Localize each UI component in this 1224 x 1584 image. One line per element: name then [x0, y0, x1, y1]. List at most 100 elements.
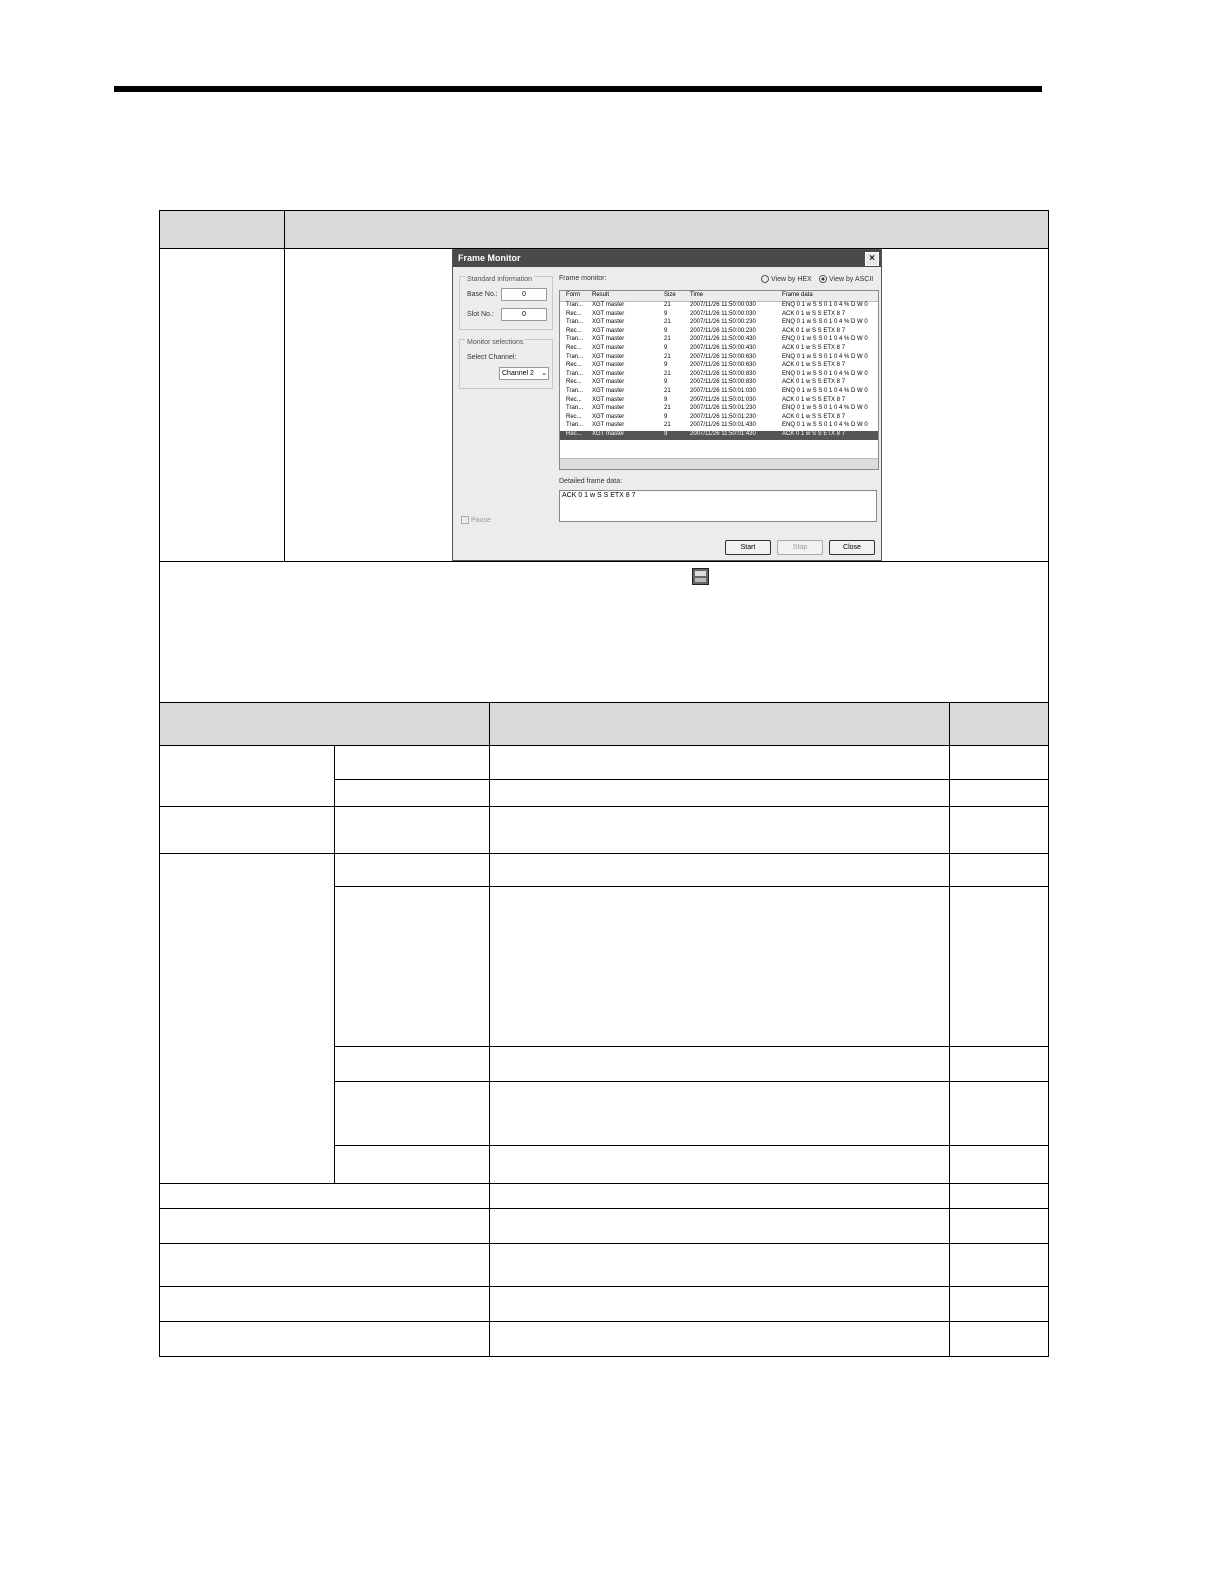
table-cell: Rec... — [566, 344, 582, 351]
table-cell: 21 — [664, 302, 671, 308]
detailed-frame-data-box[interactable]: ACK 0 1 w S S ETX 8 7 — [559, 490, 877, 522]
table-cell: XGT master — [592, 387, 625, 394]
stop-button[interactable]: Stop — [777, 540, 823, 555]
column-header[interactable]: Form — [566, 292, 580, 298]
table-border — [159, 1321, 1049, 1322]
table-row[interactable]: Rec... XGT master 9 2007/11/26 11:50:01:030… — [560, 397, 878, 406]
standard-information-group: Standard information — [459, 276, 553, 330]
frame-list-header: Form Result Size Time Frame data — [560, 291, 878, 302]
select-channel-label: Select Channel: — [467, 354, 517, 361]
table-border — [159, 1356, 1049, 1357]
table-border — [334, 779, 1049, 780]
radio-icon — [761, 275, 769, 283]
table-row[interactable]: Rec... XGT master 9 2007/11/26 11:50:01:230… — [560, 414, 878, 423]
table-row[interactable]: Tran... XGT master 21 2007/11/26 11:50:00:8… — [560, 371, 878, 380]
table-cell: XGT master — [592, 405, 625, 412]
table-border — [159, 1286, 1049, 1287]
table-cell: 2007/11/26 11:50:00:230 — [690, 327, 756, 334]
table-row[interactable]: Rec... XGT master 9 2007/11/26 11:50:00:230… — [560, 328, 878, 337]
table-cell: 2007/11/26 11:50:00:030 — [690, 310, 756, 317]
table-row[interactable]: Tran... XGT master 21 2007/11/26 11:50:01:0… — [560, 388, 878, 397]
table-cell: ENQ 0 1 w S S 0 1 0 4 % D W 0 — [782, 405, 868, 412]
table-cell: 21 — [664, 422, 671, 429]
frame-list-body: Tran... XGT master 21 2007/11/26 11:50:00:0… — [560, 302, 878, 440]
table-cell: 9 — [664, 396, 668, 403]
table-row[interactable]: Tran... XGT master 21 2007/11/26 11:50:01:4… — [560, 422, 878, 431]
table-cell: Tran... — [566, 353, 584, 360]
table-cell: XGT master — [592, 379, 625, 386]
table-cell: 21 — [664, 405, 671, 412]
frame-list[interactable]: Form Result Size Time Frame data Tran...… — [559, 290, 879, 470]
group-title: Monitor selections — [465, 339, 526, 346]
top-rule — [114, 86, 1042, 92]
table-border — [334, 745, 335, 1184]
table-row[interactable]: Rec... XGT master 9 2007/11/26 11:50:00:830… — [560, 379, 878, 388]
frame-monitor-label: Frame monitor: — [559, 275, 607, 282]
table-row[interactable]: Rec... XGT master 9 2007/11/26 11:50:00:630… — [560, 362, 878, 371]
view-hex-option[interactable]: View by HEX — [761, 275, 812, 283]
table-cell: 2007/11/26 11:50:01:230 — [690, 405, 756, 412]
table-border — [334, 1145, 1049, 1146]
base-no-field[interactable]: 0 — [501, 288, 547, 301]
table-border — [159, 210, 160, 1357]
table-cell: XGT master — [592, 422, 625, 429]
column-header[interactable]: Size — [664, 292, 676, 298]
start-button[interactable]: Start — [725, 540, 771, 555]
table-cell: ENQ 0 1 w S S 0 1 0 4 % D W 0 — [782, 370, 868, 377]
pause-label: Pause — [471, 516, 491, 524]
pause-checkbox[interactable]: Pause — [461, 516, 491, 524]
table-border — [334, 1046, 1049, 1047]
table-cell: 2007/11/26 11:50:01:430 — [690, 422, 756, 429]
table-cell: Tran... — [566, 336, 584, 343]
table-cell: Rec... — [566, 310, 582, 317]
header-cell-gray — [160, 703, 1048, 745]
table-cell: 9 — [664, 430, 668, 437]
view-hex-label: View by HEX — [771, 275, 812, 283]
table-cell: Tran... — [566, 405, 584, 412]
table-cell: Tran... — [566, 422, 584, 429]
table-cell: 2007/11/26 11:50:00:430 — [690, 336, 756, 343]
slot-no-field[interactable]: 0 — [501, 308, 547, 321]
radio-selected-icon — [819, 275, 827, 283]
channel-select[interactable]: Channel 2 ⌄ — [499, 367, 549, 380]
table-cell: ACK 0 1 w S S ETX 8 7 — [782, 344, 846, 351]
table-cell: Rec... — [566, 379, 582, 386]
table-cell: 9 — [664, 327, 668, 334]
close-icon[interactable]: × — [865, 252, 879, 266]
table-row[interactable]: Rec... XGT master 9 2007/11/26 11:50:01:430… — [560, 430, 878, 440]
column-header[interactable]: Time — [690, 292, 703, 298]
table-row[interactable]: Tran... XGT master 21 2007/11/26 11:50:00:2… — [560, 319, 878, 328]
table-border — [159, 1243, 1049, 1244]
table-cell: XGT master — [592, 336, 625, 343]
close-button[interactable]: Close — [829, 540, 875, 555]
table-cell: XGT master — [592, 353, 625, 360]
table-cell: XGT master — [592, 370, 625, 377]
table-border — [489, 702, 490, 1357]
frame-monitor-title: Frame Monitor — [458, 253, 521, 263]
table-row[interactable]: Tran... XGT master 21 2007/11/26 11:50:01:2… — [560, 405, 878, 414]
table-cell: 2007/11/26 11:50:00:830 — [690, 370, 756, 377]
table-cell: 9 — [664, 310, 668, 317]
table-row[interactable]: Rec... XGT master 9 2007/11/26 11:50:00:030… — [560, 311, 878, 320]
table-cell: XGT master — [592, 413, 625, 420]
table-row[interactable]: Tran... XGT master 21 2007/11/26 11:50:00:6… — [560, 354, 878, 363]
view-ascii-option[interactable]: View by ASCII — [819, 275, 873, 283]
table-border — [284, 210, 285, 562]
table-border — [334, 1081, 1049, 1082]
table-cell: Rec... — [566, 362, 582, 369]
horizontal-scrollbar[interactable] — [560, 458, 878, 469]
table-cell: ACK 0 1 w S S ETX 8 7 — [782, 396, 846, 403]
table-cell: 21 — [664, 336, 671, 343]
table-row[interactable]: Tran... XGT master 21 2007/11/26 11:50:00:4… — [560, 336, 878, 345]
table-cell: 2007/11/26 11:50:01:030 — [690, 387, 756, 394]
monitor-selections-group: Monitor selections — [459, 339, 553, 389]
table-row[interactable]: Rec... XGT master 9 2007/11/26 11:50:00:430… — [560, 345, 878, 354]
table-cell: 2007/11/26 11:50:01:230 — [690, 413, 756, 420]
table-border — [1048, 210, 1049, 1357]
table-cell: XGT master — [592, 396, 625, 403]
column-header[interactable]: Frame data — [782, 292, 813, 298]
table-cell: 2007/11/26 11:50:00:030 — [690, 302, 756, 308]
table-cell: ENQ 0 1 w S S 0 1 0 4 % D W 0 — [782, 353, 868, 360]
column-header[interactable]: Result — [592, 292, 609, 298]
table-row[interactable]: Tran... XGT master 21 2007/11/26 11:50:00:0… — [560, 302, 878, 311]
